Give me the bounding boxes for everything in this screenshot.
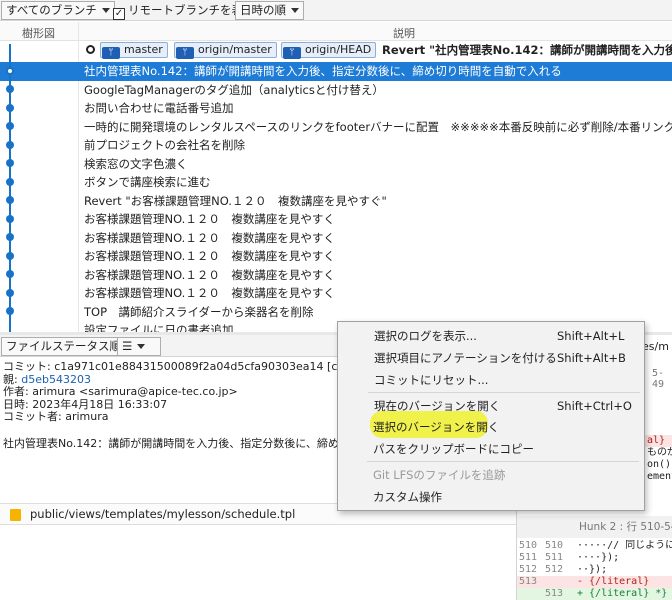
menu-item-git-lfs-track: Git LFSのファイルを追跡	[373, 468, 506, 482]
commit-message: お客様課題管理NO.１２０ 複数講座を見やすく	[84, 230, 335, 245]
parent-hash-link[interactable]: d5eb543203	[21, 373, 91, 386]
column-header: 樹形図 説明	[0, 22, 672, 41]
graph-node-icon	[6, 215, 14, 223]
committer-value: arimura	[65, 410, 109, 424]
author-label: 作者:	[3, 385, 29, 399]
commit-message: お客様課題管理NO.１２０ 複数講座を見やすく	[84, 286, 335, 300]
branch-icon: ᛘ	[283, 47, 301, 59]
commit-row[interactable]: ボタンで講座検索に進む	[0, 173, 672, 192]
file-path: public/views/templates/mylesson/schedule…	[30, 507, 296, 521]
description-column-header[interactable]: 説明	[393, 25, 415, 41]
branch-tag-label: origin/master	[198, 43, 272, 56]
branch-tag-origin-master[interactable]: ᛘ origin/master	[174, 42, 277, 59]
commit-message: GoogleTagManagerのタグ追加（analyticsと付け替え）	[84, 82, 384, 97]
commit-row[interactable]: お客様課題管理NO.１２０ 複数講座を見やすく	[0, 210, 672, 229]
commit-message: お客様課題管理NO.１２０ 複数講座を見やすく	[84, 212, 335, 226]
committer-label: コミット者:	[3, 410, 62, 424]
remote-branch-checkbox[interactable]: ✓ リモートブランチを表示	[113, 1, 255, 20]
menu-item-copy-path[interactable]: パスをクリップボードにコピー	[338, 438, 642, 460]
graph-node-icon	[6, 178, 14, 186]
sort-order-dropdown[interactable]: 日時の順	[235, 1, 304, 20]
chevron-down-icon	[137, 344, 146, 349]
commit-message: お客様課題管理NO.１２０ 複数講座を見やすく	[84, 267, 335, 282]
chevron-down-icon	[101, 8, 110, 13]
view-mode-dropdown[interactable]: ☰	[117, 337, 161, 356]
diff-line: 510 510 ·····// 同じように	[519, 540, 672, 551]
commit-row[interactable]: 前プロジェクトの会社名を削除	[0, 136, 672, 155]
diff-hash: 5-49	[652, 368, 665, 390]
hunk-header: Hunk 2 : 行 510-543	[517, 516, 672, 538]
branch-tag-label: origin/HEAD	[305, 43, 372, 56]
file-sort-label: ファイルステータス順	[6, 339, 121, 353]
sort-order-label: 日時の順	[240, 3, 286, 17]
commit-hash: c1a971c01e88431500089f2a04d5cfa90303ea14…	[54, 360, 359, 373]
chevron-down-icon	[291, 8, 299, 13]
graph-node-icon	[6, 67, 14, 75]
diff-line-added: 513 + {/literal} *}	[517, 588, 672, 600]
branch-icon: ᛘ	[176, 47, 194, 59]
graph-node-icon	[6, 307, 14, 315]
commit-message: 設定ファイルに日の書者追加	[84, 323, 234, 332]
branch-head-row[interactable]: ᛘ master ᛘ origin/master ᛘ origin/HEAD Reve…	[0, 41, 672, 60]
menu-separator	[367, 461, 639, 462]
commit-message: 社内管理表No.142：講師が開講時間を入力後、指定分数後に、締め切り時間を自動…	[84, 64, 562, 78]
commit-row[interactable]: お客様課題管理NO.１２０ 複数講座を見やすく	[0, 229, 672, 248]
branch-icon: ᛘ	[102, 47, 120, 59]
commit-row[interactable]: お客様課題管理NO.１２０ 複数講座を見やすく	[0, 247, 672, 266]
branch-tag-label: master	[124, 43, 163, 56]
graph-node-icon	[6, 141, 14, 149]
commit-row[interactable]: 一時的に開発環境のレンタルスペースのリンクをfooterバナーに配置 ※※※※※…	[0, 118, 672, 137]
graph-node-icon	[6, 233, 14, 241]
commit-message: お問い合わせに電話番号追加	[84, 101, 234, 115]
commit-label: コミット:	[3, 360, 51, 373]
date-label: 日時:	[3, 397, 29, 411]
graph-node-icon	[6, 289, 14, 297]
menu-item-custom-actions[interactable]: カスタム操作	[338, 486, 642, 508]
commit-row[interactable]: お問い合わせに電話番号追加	[0, 99, 672, 118]
list-icon: ☰	[122, 339, 133, 353]
branch-tag-master[interactable]: ᛘ master	[100, 42, 168, 59]
graph-column-header[interactable]: 樹形図	[22, 25, 55, 41]
diff-file-tab[interactable]: es/m	[642, 340, 669, 353]
graph-node-icon	[6, 122, 14, 130]
commit-message: Revert "お客様課題管理NO.１２０ 複数講座を見やすぐ"	[84, 193, 387, 208]
date-value: 2023年4月18日 16:33:07	[32, 397, 168, 411]
graph-node-icon	[6, 252, 14, 260]
branch-filter-label: すべてのブランチ	[6, 3, 97, 17]
commit-row[interactable]: TOP 講師紹介スライダーから楽器名を削除	[0, 303, 672, 322]
top-toolbar: すべてのブランチ ✓ リモートブランチを表示 日時の順	[0, 0, 672, 21]
author-value: arimura <sarimura@apice-tec.co.jp>	[32, 385, 238, 399]
diff-line-removed: 513- {/literal}	[517, 576, 672, 588]
head-bullet-icon	[86, 45, 95, 54]
commit-row[interactable]: お客様課題管理NO.１２０ 複数講座を見やすく	[0, 284, 672, 303]
commit-message: お客様課題管理NO.１２０ 複数講座を見やすく	[84, 249, 335, 263]
commit-message: 前プロジェクトの会社名を削除	[84, 138, 245, 152]
commit-row[interactable]: Revert "お客様課題管理NO.１２０ 複数講座を見やすぐ"	[0, 192, 672, 211]
modified-file-icon	[10, 509, 21, 521]
menu-item-open-selected-version[interactable]: 選択のバージョンを開く	[338, 416, 642, 438]
diff-line: 511 511 ····});	[519, 552, 620, 563]
context-menu-lower: 選択のバージョンを開く パスをクリップボードにコピー Git LFSのファイルを…	[337, 321, 645, 511]
branch-tag-origin-head[interactable]: ᛘ origin/HEAD	[281, 42, 377, 59]
parent-label: 親:	[3, 372, 18, 386]
branch-filter-dropdown[interactable]: すべてのブランチ	[1, 1, 115, 20]
commit-message: Revert "社内管理表No.142：講師が開講時間を入力後、指	[382, 43, 672, 57]
commit-list: ᛘ master ᛘ origin/master ᛘ origin/HEAD Reve…	[0, 41, 672, 332]
commit-row-selected[interactable]: 社内管理表No.142：講師が開講時間を入力後、指定分数後に、締め切り時間を自動…	[0, 62, 672, 81]
commit-row[interactable]: お客様課題管理NO.１２０ 複数講座を見やすく	[0, 266, 672, 285]
graph-node-icon	[6, 196, 14, 204]
graph-node-icon	[6, 104, 14, 112]
checkbox-checked-icon: ✓	[113, 8, 125, 20]
commit-message: 検索窓の文字色濃く	[84, 156, 188, 171]
diff-line: 512 512 ··});	[519, 564, 608, 575]
commit-message: ボタンで講座検索に進む	[84, 175, 211, 189]
commit-message: 一時的に開発環境のレンタルスペースのリンクをfooterバナーに配置 ※※※※※…	[84, 119, 672, 134]
graph-node-icon	[6, 159, 14, 167]
commit-row[interactable]: GoogleTagManagerのタグ追加（analyticsと付け替え）	[0, 81, 672, 100]
graph-node-icon	[6, 85, 14, 93]
commit-message: TOP 講師紹介スライダーから楽器名を削除	[84, 304, 314, 319]
graph-node-icon	[6, 270, 14, 278]
commit-row[interactable]: 検索窓の文字色濃く	[0, 155, 672, 174]
